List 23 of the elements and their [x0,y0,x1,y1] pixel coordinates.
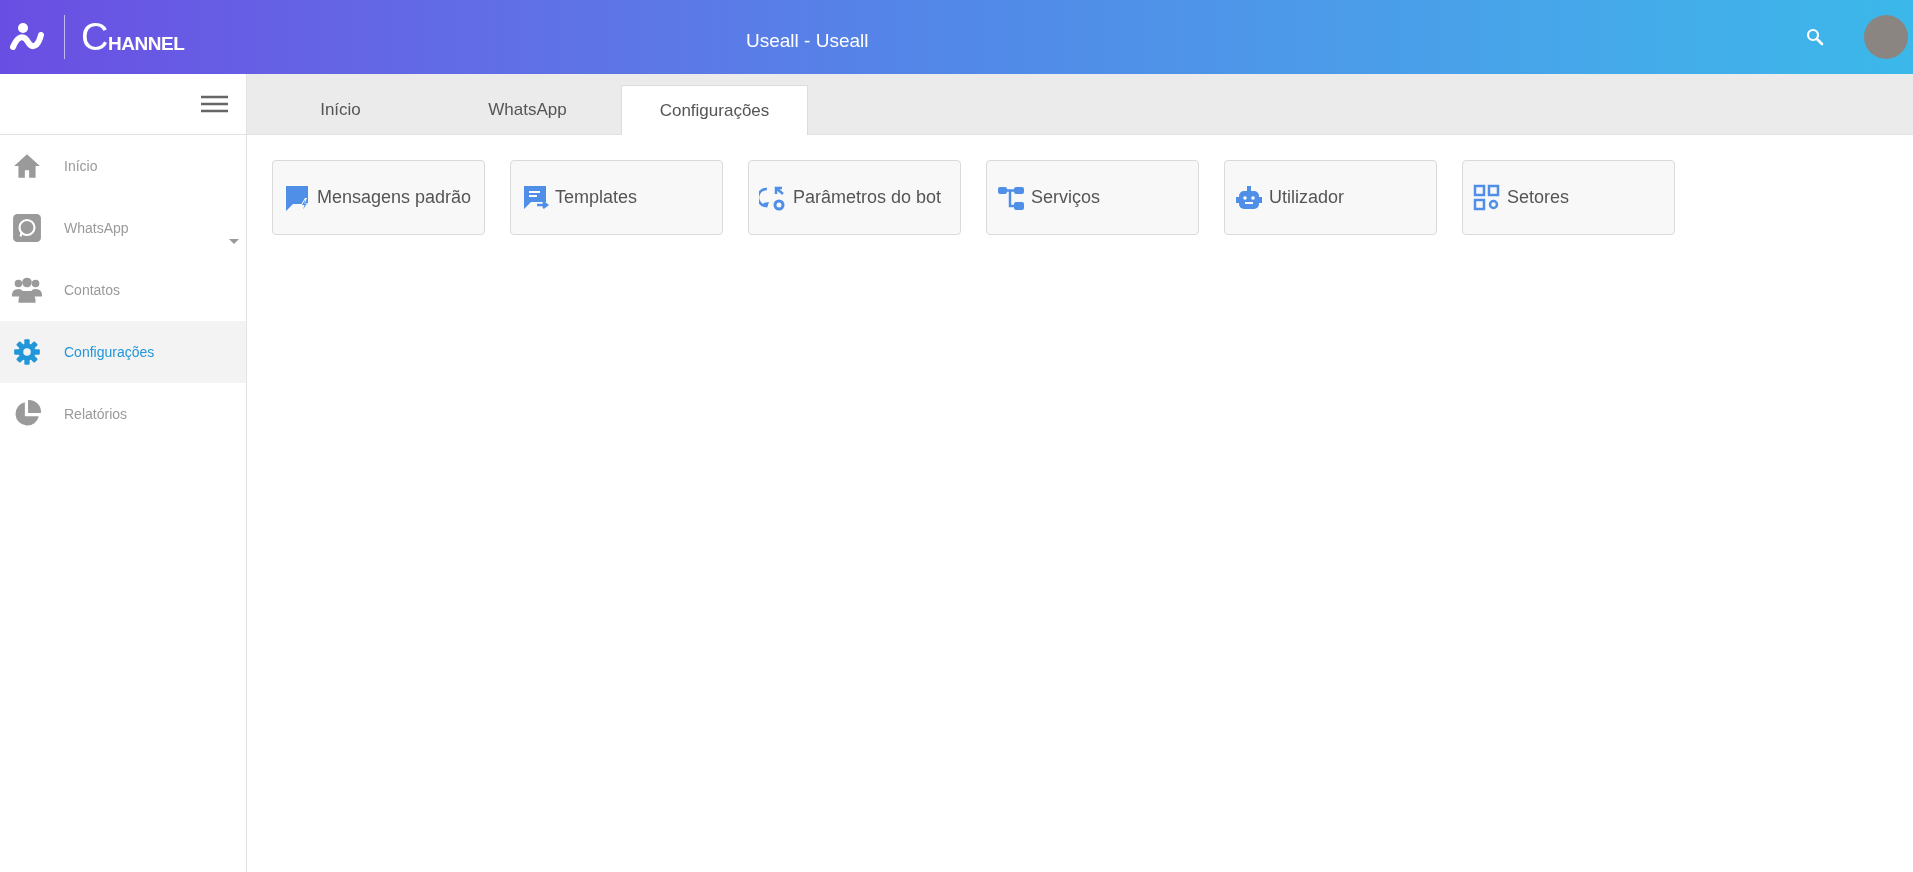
pie-chart-icon [12,399,42,429]
avatar[interactable] [1864,15,1908,59]
chat-bubble-icon [12,213,42,243]
tab[interactable]: Início [247,85,434,134]
tab[interactable]: WhatsApp [434,85,621,134]
tab[interactable]: Configurações [621,85,808,135]
logo-text: CHANNEL [81,14,185,60]
search-icon[interactable] [1806,28,1824,46]
settings-icon [12,337,42,367]
robot-icon [1235,183,1263,212]
settings-card[interactable]: Setores [1462,160,1675,235]
settings-card[interactable]: Mensagens padrão [272,160,485,235]
document-arrow-icon [521,183,549,212]
settings-card[interactable]: Utilizador [1224,160,1437,235]
settings-card[interactable]: Parâmetros do bot [748,160,961,235]
page-title: Useall - Useall [746,29,869,53]
settings-card[interactable]: Serviços [986,160,1199,235]
settings-card[interactable]: Templates [510,160,723,235]
grid-gear-icon [1473,183,1501,212]
caret-icon[interactable] [229,239,239,245]
menu-icon[interactable] [201,95,228,113]
message-icon [283,183,311,212]
people-icon [12,275,42,305]
